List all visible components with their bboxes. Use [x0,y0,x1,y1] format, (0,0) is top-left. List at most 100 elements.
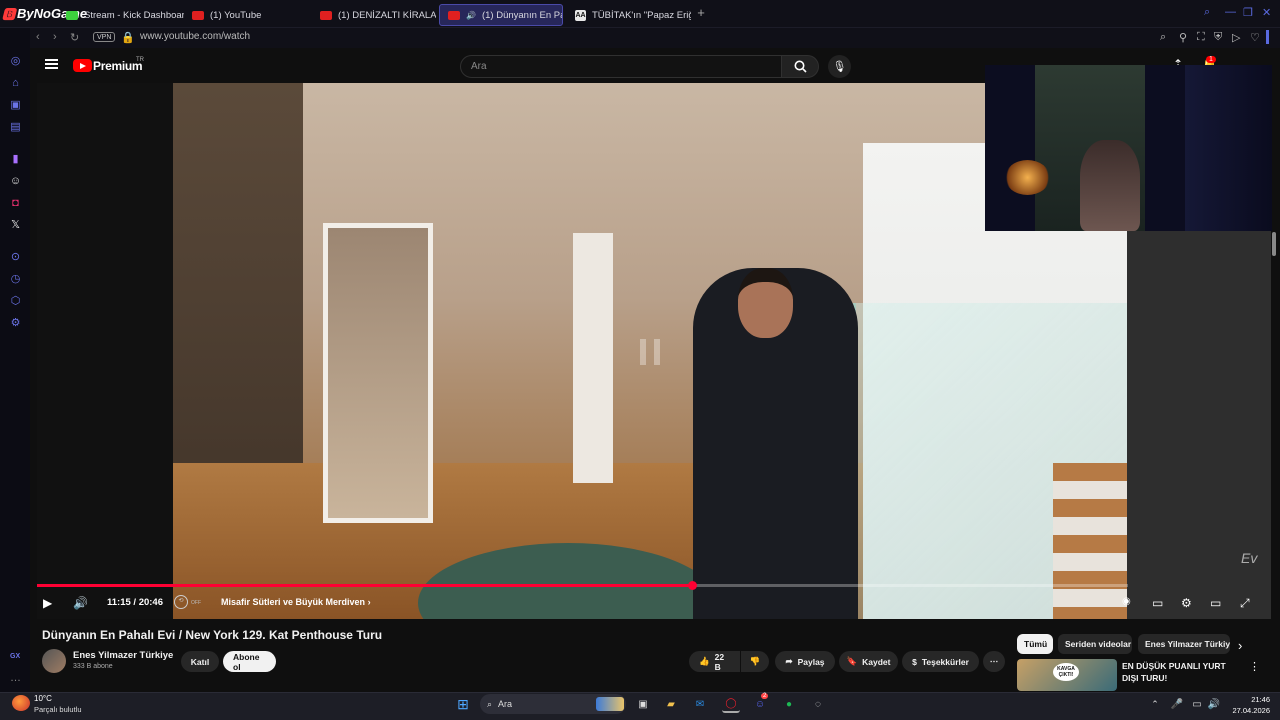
settings-gear-icon[interactable]: ⚙ [9,317,22,330]
back-icon[interactable]: ‹ [36,31,40,43]
shield-icon[interactable]: ⛨ [1214,31,1222,44]
mail-icon[interactable]: ✉ [691,695,709,713]
toggle-icon[interactable]: ◉ [1122,596,1131,607]
recommendation-menu-icon[interactable]: ⋮ [1249,660,1260,673]
url-field[interactable]: www.youtube.com/watch [140,31,250,42]
taskbar-search-label: Ara [498,699,513,709]
chip-series[interactable]: Seriden videolar [1058,634,1132,654]
restore-icon[interactable]: ❐ [1243,6,1253,19]
search-highlight-icon [596,697,624,711]
x-twitter-icon[interactable]: 𝕏 [9,219,22,232]
thanks-button[interactable]: $ Teşekkürler [902,651,979,672]
share-button[interactable]: ➦ Paylaş [775,651,835,672]
pin-icon[interactable]: ⚲ [1179,31,1187,44]
save-button[interactable]: 🔖 Kaydet [839,651,898,672]
chapter-title[interactable]: Misafir Sütleri ve Büyük Merdiven › [221,597,371,607]
sidebar-toggle[interactable] [1266,30,1269,44]
theater-mode-icon[interactable]: ▭ [1210,596,1221,610]
webcam-backlight [1185,65,1272,231]
opera-gx-icon[interactable]: ◯ [722,695,740,713]
tab-label: (1) Dünyanın En Pahalı [481,9,562,21]
more-actions-button[interactable]: ⋯ [983,651,1005,672]
webcam-overlay [985,65,1272,231]
channel-avatar[interactable] [42,649,66,673]
tab-tubitak[interactable]: AA TÜBİTAK'ın "Papaz Eriğini [567,4,691,26]
spotify-icon[interactable]: ● [780,695,798,713]
search-tabs-icon[interactable]: ⌕ [1204,6,1210,19]
dislike-button[interactable]: 👎 [741,651,769,672]
tray-expand-icon[interactable]: ⌃ [1146,695,1164,713]
like-button[interactable]: 👍 22 B [689,651,740,672]
instagram-icon[interactable]: ◘ [9,197,22,210]
file-explorer-icon[interactable]: ▰ [662,695,680,713]
sidebar-messenger-icon[interactable]: ▤ [9,121,22,134]
twitch-icon[interactable]: ▮ [9,153,22,166]
sidebar-flow-icon[interactable]: ⌂ [9,77,22,90]
search-icon: ⌕ [487,698,493,709]
thumbnail-badge: KAVGA ÇIKTI! [1053,663,1079,681]
forward-icon[interactable]: › [53,31,57,43]
voice-search-button[interactable]: 🎙 [828,55,851,78]
player-icon[interactable]: ▷ [1232,31,1240,44]
snapshot-icon[interactable]: ⛶ [1197,31,1205,44]
chip-channel[interactable]: Enes Yilmazer Türkiye [1138,634,1230,654]
fullscreen-icon[interactable]: ⤢ [1240,596,1250,611]
heart-icon[interactable]: ♡ [1250,31,1260,44]
recommendation-title[interactable]: EN DÜŞÜK PUANLI YURT DIŞI TURU! [1122,660,1242,684]
search-icon [794,60,807,73]
sidebar-speed-dial-icon[interactable]: ◎ [9,55,22,68]
autoplay-toggle-icon[interactable]: ⟲ [174,595,188,609]
join-button[interactable]: Katıl [181,651,219,672]
minimize-icon[interactable]: — [1225,6,1236,18]
chips-next-icon[interactable]: › [1238,638,1242,653]
history-icon[interactable]: ◷ [9,273,22,286]
youtube-premium-brand[interactable]: Premium [93,59,143,73]
microphone-icon[interactable]: 🎤 [1168,695,1186,713]
subtitles-icon[interactable]: ▭ [1152,596,1163,610]
youtube-icon [448,10,460,20]
windows-start-icon[interactable]: ⊞ [454,695,472,713]
speaker-icon: 🔊 [466,10,476,20]
tab-label: TÜBİTAK'ın "Papaz Eriğini [592,9,691,21]
recommendation-thumbnail[interactable]: KAVGA ÇIKTI! [1017,659,1117,691]
menu-icon[interactable] [45,59,58,69]
subscribe-button[interactable]: Abone ol [223,651,276,672]
region-code: TR [136,57,144,63]
new-tab-button[interactable]: + [694,6,708,20]
clock-time: 21:46 [1251,695,1270,704]
more-icon[interactable]: … [9,672,22,685]
search-input[interactable]: Ara [460,55,782,78]
taskbar-clock[interactable]: 21:46 27.04.2026 [1224,694,1270,716]
page-scrollbar[interactable] [1272,232,1276,256]
game-bar-icon[interactable]: ◌ [809,695,827,713]
channel-name[interactable]: Enes Yilmazer Türkiye [73,650,173,661]
reload-icon[interactable]: ↻ [70,31,79,44]
vpn-badge[interactable]: VPN [93,32,116,42]
task-view-icon[interactable]: ▣ [634,695,652,713]
progress-scrubber[interactable] [688,581,697,590]
player-sidebar-icon[interactable]: ⊙ [9,251,22,264]
chip-all[interactable]: Tümü [1017,634,1053,654]
tab-label: (1) YouTube [210,9,262,21]
kick-icon [66,10,78,20]
network-icon[interactable]: ▭ [1188,695,1206,713]
weather-icon[interactable] [12,695,30,711]
settings-icon[interactable]: ⚙ [1181,596,1192,610]
tab-denizalti[interactable]: (1) DENİZALTI KİRALAYIP [312,4,436,26]
play-icon[interactable]: ▶ [43,596,52,610]
youtube-logo-icon[interactable] [73,59,92,72]
speaker-tray-icon[interactable]: 🔊 [1205,695,1223,713]
tab-kick-dashboard[interactable]: Stream - Kick Dashboard [58,4,184,26]
tab-dunyanin-en-pahali[interactable]: 🔊 (1) Dünyanın En Pahalı [439,4,563,26]
extensions-icon[interactable]: ⬡ [9,295,22,308]
video-scene-presenter-head [738,268,793,338]
thanks-icon: $ [912,656,917,667]
tab-youtube[interactable]: (1) YouTube [184,4,308,26]
search-button[interactable] [781,55,819,78]
webcam-streamer [1080,140,1140,231]
discord-icon[interactable]: ☺ [9,175,22,188]
zoom-icon[interactable]: ⌕ [1160,31,1166,44]
close-icon[interactable]: ✕ [1262,6,1271,19]
volume-icon[interactable]: 🔊 [73,596,88,610]
sidebar-gx-corner-icon[interactable]: ▣ [9,99,22,112]
